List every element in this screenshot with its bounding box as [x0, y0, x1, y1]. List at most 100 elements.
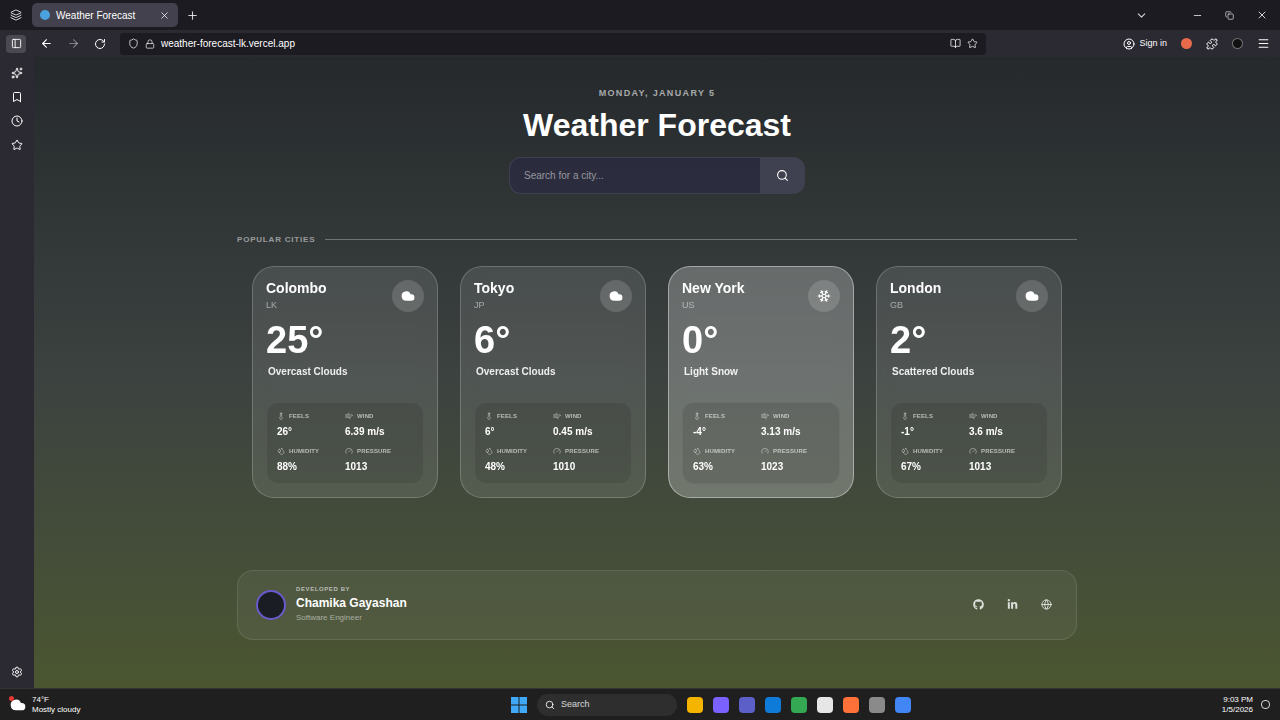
app-icon[interactable] — [817, 697, 833, 713]
app-icon[interactable] — [713, 697, 729, 713]
pressure-stat: PRESSURE1013 — [969, 447, 1037, 474]
extensions-icon[interactable] — [1206, 38, 1218, 50]
reader-icon[interactable] — [950, 38, 961, 49]
city-card[interactable]: LondonGB2°Scattered CloudsFEELS-1°WIND3.… — [876, 266, 1062, 498]
sidebar-toggle-icon[interactable] — [11, 38, 22, 49]
temperature: 0° — [682, 317, 840, 365]
stats-panel: FEELS26°WIND6.39 m/sHUMIDITY88%PRESSURE1… — [266, 402, 424, 484]
github-icon — [973, 599, 984, 610]
search-icon — [545, 700, 555, 710]
weather-badge — [1016, 280, 1048, 312]
temperature: 25° — [266, 317, 424, 365]
restore-icon[interactable] — [1225, 11, 1234, 20]
weather-badge — [392, 280, 424, 312]
close-tab-icon[interactable] — [159, 10, 170, 21]
minimize-icon[interactable] — [1192, 10, 1203, 21]
footer: DEVELOPED BYChamika GayashanSoftware Eng… — [237, 570, 1077, 640]
globe-icon — [1041, 599, 1052, 610]
account-icon — [1123, 38, 1135, 50]
notification-icon[interactable] — [1261, 700, 1270, 709]
cloud-icon — [401, 289, 415, 303]
country-code: US — [682, 299, 745, 313]
city-card[interactable]: New YorkUS0°Light SnowFEELS-4°WIND3.13 m… — [668, 266, 854, 498]
country-code: GB — [890, 299, 941, 313]
pressure-stat: PRESSURE1023 — [761, 447, 829, 474]
app-icon[interactable] — [791, 697, 807, 713]
section-header: POPULAR CITIES — [237, 234, 1077, 246]
favorites-icon[interactable] — [11, 139, 23, 151]
date: MONDAY, JANUARY 5 — [599, 87, 716, 101]
screen: Weather Forecast weather-forecast-lk.verc… — [0, 0, 1280, 720]
app-icon[interactable] — [739, 697, 755, 713]
bookmark-icon[interactable] — [967, 38, 978, 49]
humidity-stat: HUMIDITY67% — [901, 447, 969, 474]
stats-panel: FEELS-1°WIND3.6 m/sHUMIDITY67%PRESSURE10… — [890, 402, 1048, 484]
forward-icon[interactable] — [67, 37, 80, 50]
wind-stat-icon — [761, 412, 769, 420]
feels-stat: FEELS-1° — [901, 412, 969, 439]
history-icon[interactable] — [11, 115, 23, 127]
app-icon[interactable] — [869, 697, 885, 713]
feels-stat: FEELS6° — [485, 412, 553, 439]
search-input[interactable] — [510, 158, 760, 193]
feels-stat: FEELS-4° — [693, 412, 761, 439]
app-icon[interactable] — [895, 697, 911, 713]
search-button[interactable] — [760, 158, 804, 193]
feels-stat-icon — [693, 412, 701, 420]
app-icon[interactable] — [687, 697, 703, 713]
app-icon[interactable] — [843, 697, 859, 713]
browser-tab[interactable]: Weather Forecast — [32, 3, 178, 27]
bookmarks-icon[interactable] — [11, 91, 23, 103]
feels-stat-icon — [277, 412, 285, 420]
humidity-stat: HUMIDITY88% — [277, 447, 345, 474]
cloud-icon — [1025, 289, 1039, 303]
search-icon — [776, 169, 789, 182]
pressure-stat-icon — [761, 447, 769, 455]
reload-icon[interactable] — [94, 38, 106, 50]
humidity-stat-icon — [485, 447, 493, 455]
tab-overflow-icon[interactable] — [1135, 9, 1148, 22]
city-name: New York — [682, 280, 745, 298]
pressure-stat: PRESSURE1010 — [553, 447, 621, 474]
humidity-stat-icon — [693, 447, 701, 455]
humidity-stat: HUMIDITY63% — [693, 447, 761, 474]
profile-icon[interactable] — [1232, 38, 1243, 49]
toolbar: weather-forecast-lk.vercel.app Sign in — [0, 30, 1280, 57]
windows-icon[interactable] — [511, 697, 527, 713]
snowflake-icon — [817, 289, 831, 303]
app-icon[interactable] — [765, 697, 781, 713]
wind-stat-icon — [969, 412, 977, 420]
weather-badge — [808, 280, 840, 312]
clock[interactable]: 9:03 PM1/5/2026 — [1222, 695, 1253, 715]
tab-bar: Weather Forecast — [0, 0, 1280, 30]
condition: Light Snow — [684, 364, 840, 379]
condition: Overcast Clouds — [476, 364, 632, 379]
pressure-stat-icon — [553, 447, 561, 455]
menu-icon[interactable] — [1257, 37, 1270, 50]
pressure-stat-icon — [345, 447, 353, 455]
settings-icon[interactable] — [11, 666, 23, 678]
pressure-stat-icon — [969, 447, 977, 455]
taskbar-search[interactable]: Search — [537, 694, 677, 716]
tab-list-icon[interactable] — [6, 9, 26, 21]
address-bar[interactable]: weather-forecast-lk.vercel.app — [120, 33, 986, 55]
new-tab-icon[interactable] — [186, 9, 199, 22]
city-card[interactable]: TokyoJP6°Overcast CloudsFEELS6°WIND0.45 … — [460, 266, 646, 498]
linkedin-icon — [1007, 599, 1018, 610]
page-title: Weather Forecast — [523, 105, 791, 145]
favicon-icon — [40, 10, 50, 20]
extension-icon[interactable] — [1181, 38, 1192, 49]
humidity-stat: HUMIDITY48% — [485, 447, 553, 474]
pressure-stat: PRESSURE1013 — [345, 447, 413, 474]
back-icon[interactable] — [40, 37, 53, 50]
github-link[interactable] — [966, 593, 990, 617]
linkedin-link[interactable] — [1000, 593, 1024, 617]
close-window-icon[interactable] — [1256, 9, 1268, 21]
website-link[interactable] — [1034, 593, 1058, 617]
ai-icon[interactable] — [11, 67, 23, 79]
feels-stat-icon — [485, 412, 493, 420]
city-card[interactable]: ColomboLK25°Overcast CloudsFEELS26°WIND6… — [252, 266, 438, 498]
sign-in-button[interactable]: Sign in — [1123, 37, 1167, 51]
weather-widget[interactable]: 74°FMostly cloudy — [10, 695, 310, 715]
cloud-icon — [609, 289, 623, 303]
